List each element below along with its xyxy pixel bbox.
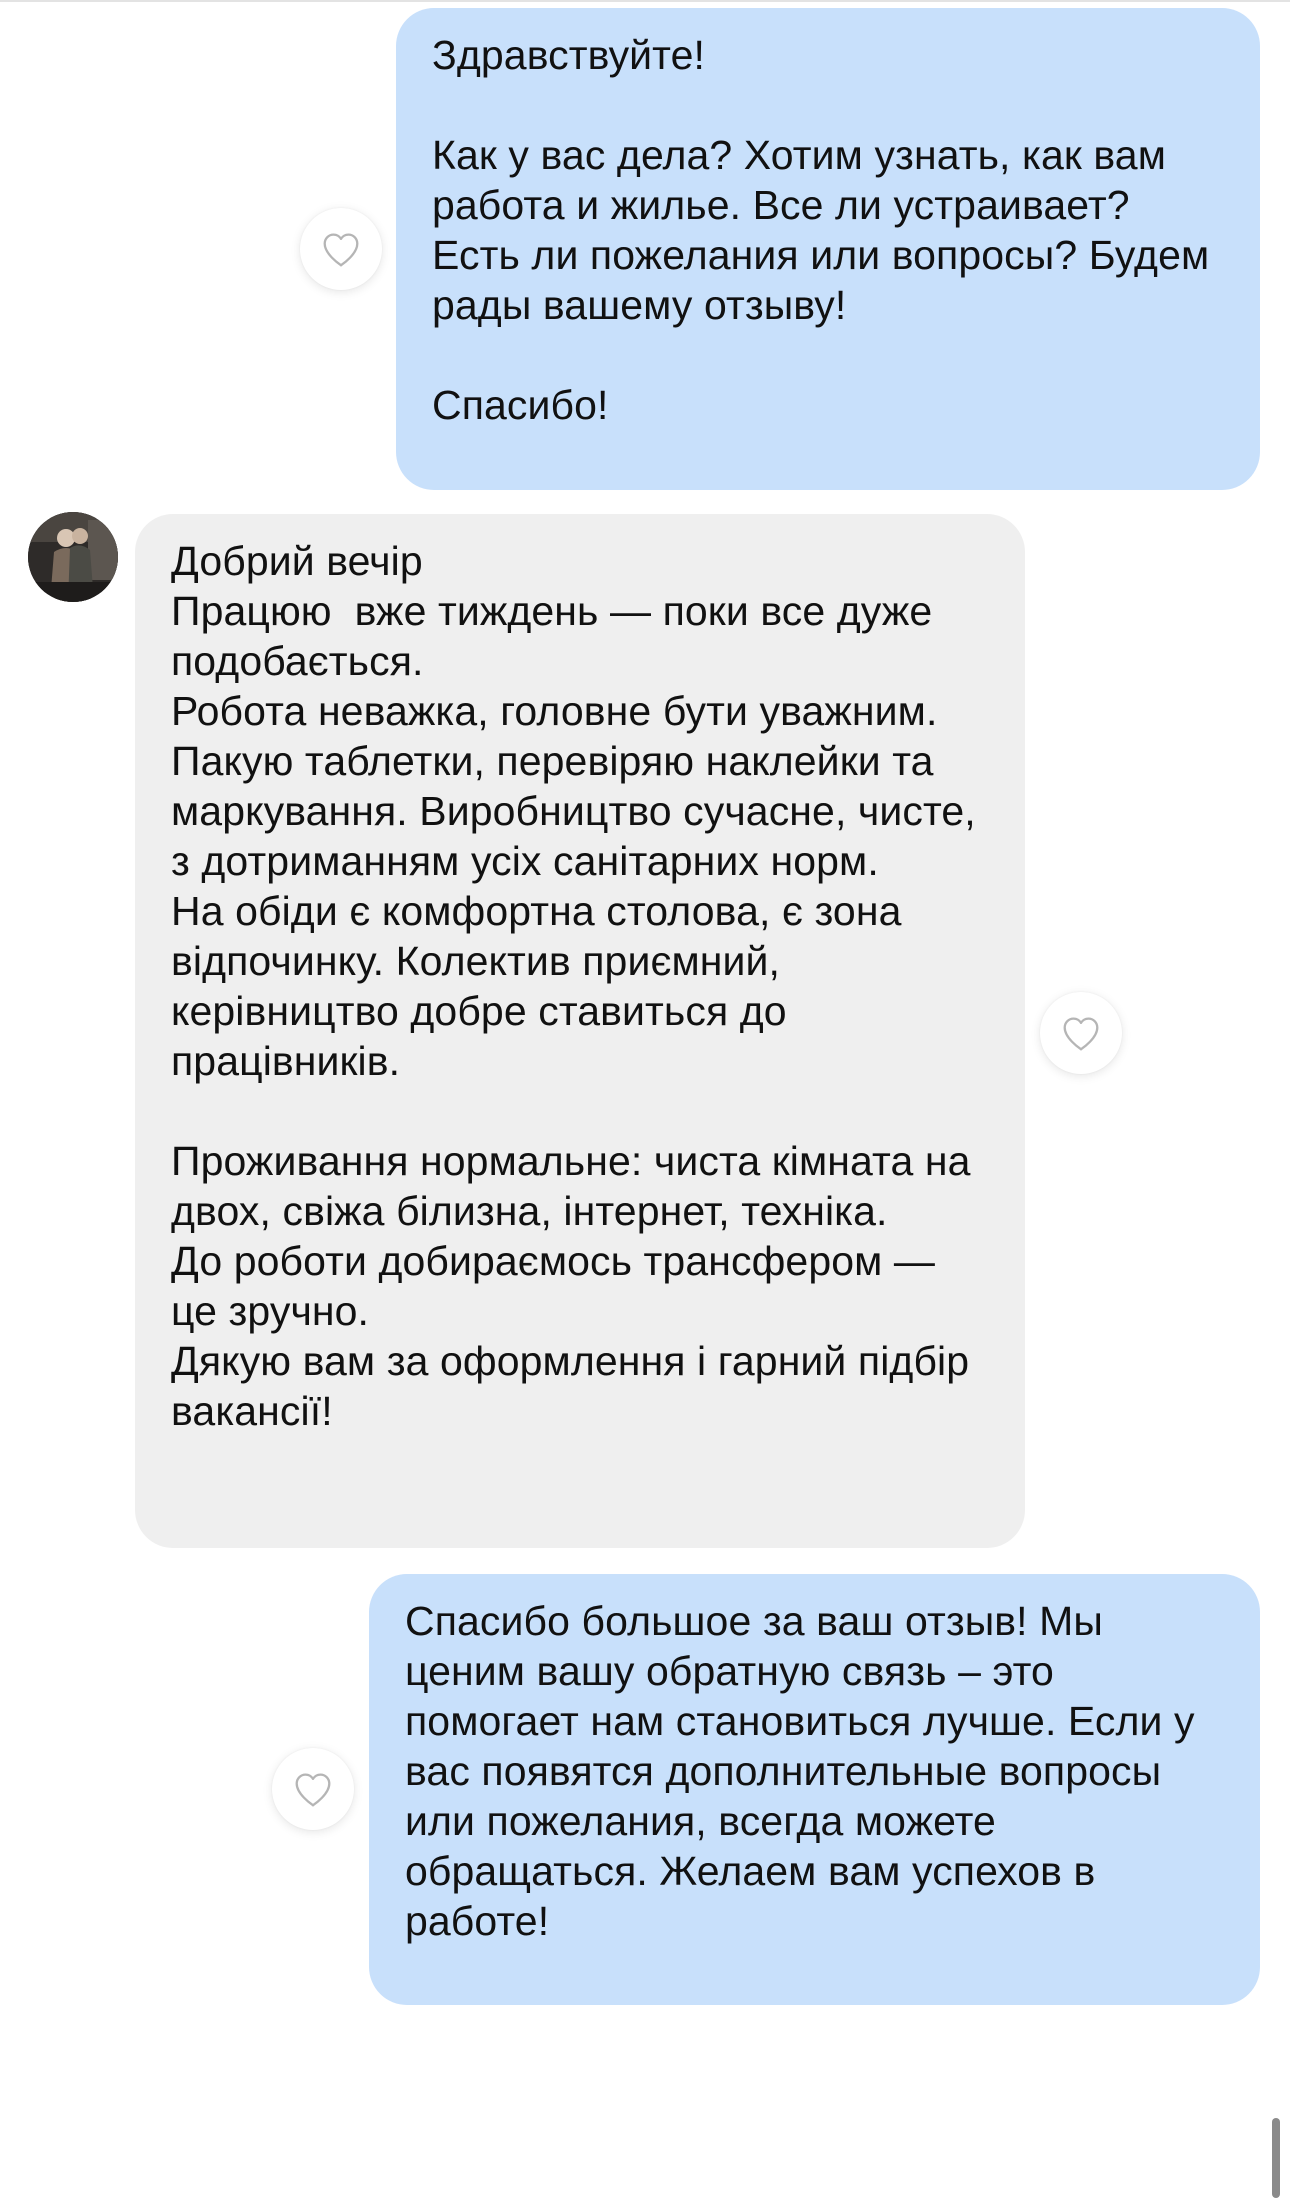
outgoing-message-bubble[interactable]: Здравствуйте! Как у вас дела? Хотим узна… [396,8,1260,490]
incoming-message-bubble[interactable]: Добрий вечір Працюю вже тиждень — поки в… [135,514,1025,1548]
like-button[interactable] [300,208,382,290]
like-button[interactable] [1040,992,1122,1074]
scrollbar-thumb[interactable] [1272,2118,1280,2198]
avatar-photo-icon [28,512,118,602]
heart-icon [295,1773,331,1807]
heart-icon [1063,1017,1099,1051]
heart-icon [323,233,359,267]
outgoing-message-bubble[interactable]: Спасибо большое за ваш отзыв! Мы ценим в… [369,1574,1260,2005]
like-button[interactable] [272,1748,354,1830]
top-divider [0,0,1290,2]
sender-avatar[interactable] [28,512,118,602]
